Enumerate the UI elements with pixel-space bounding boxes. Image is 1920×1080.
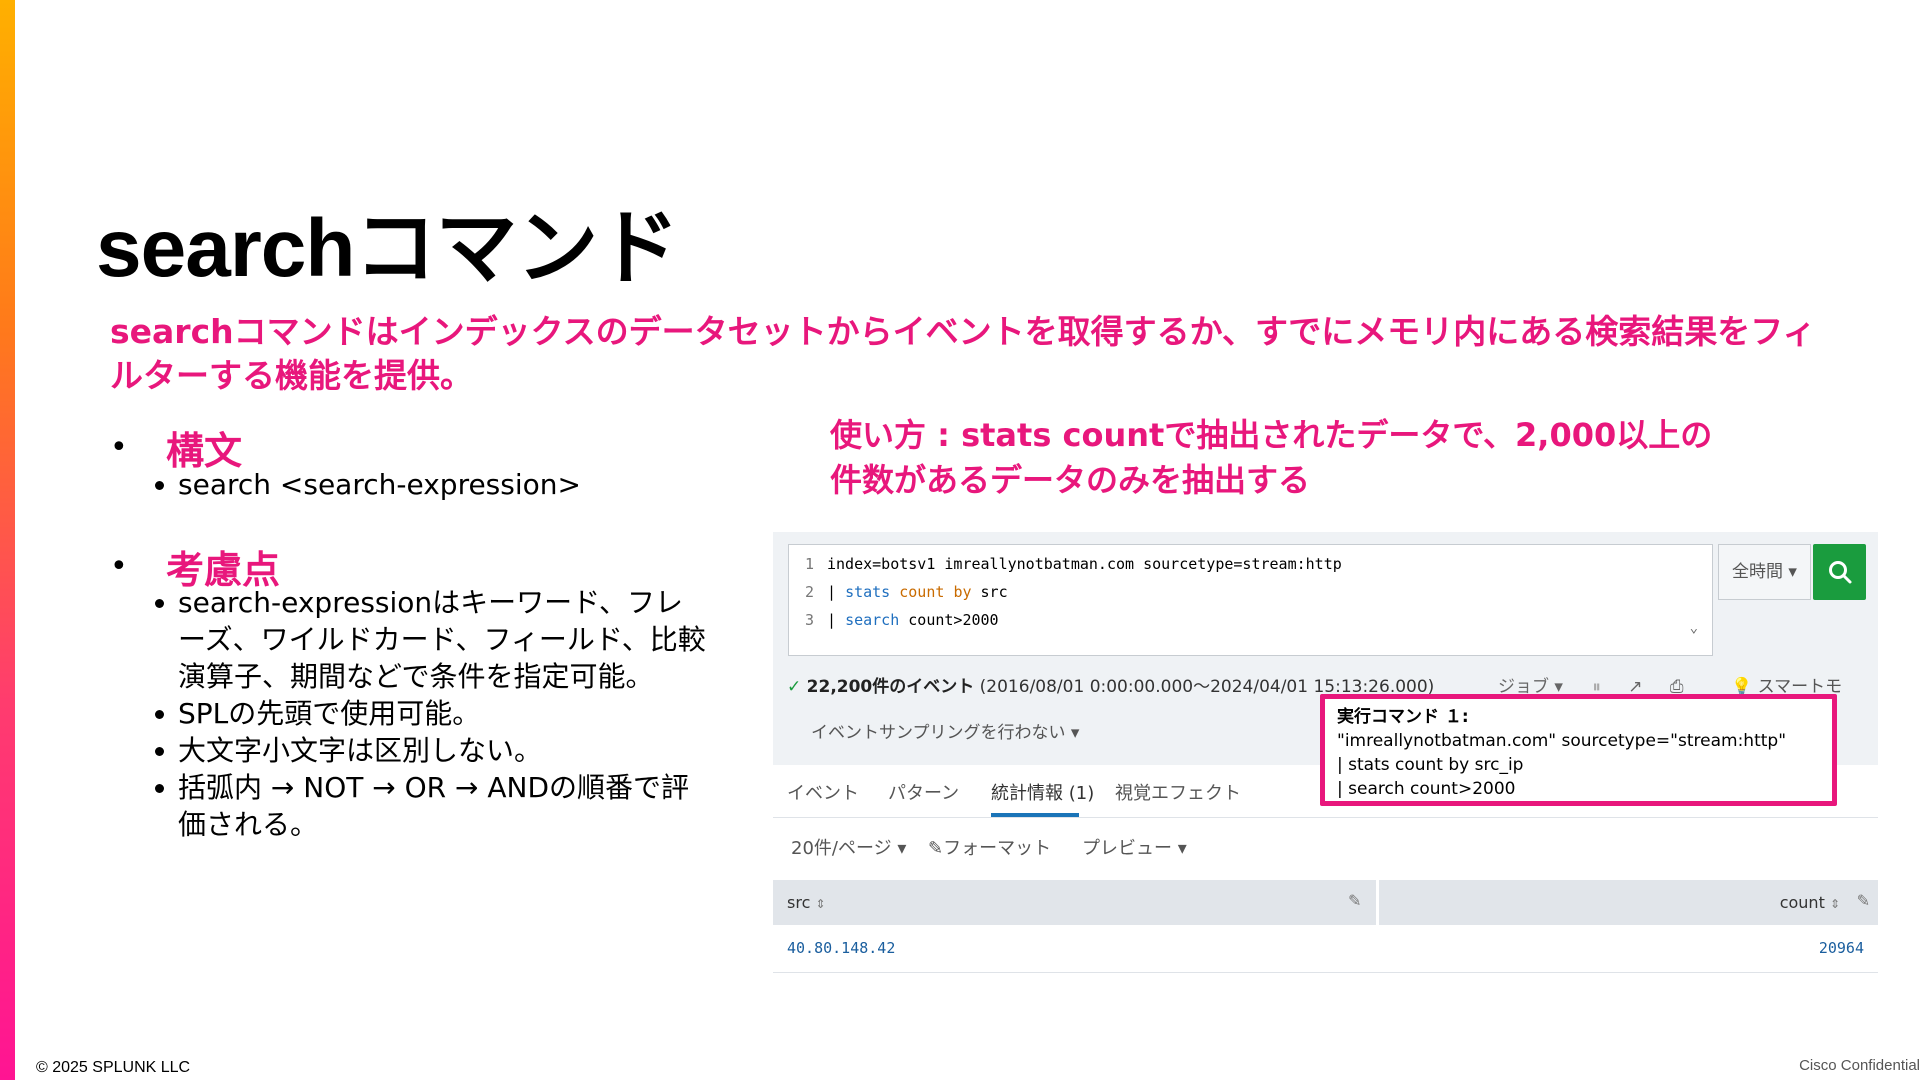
- usage-line: 使い方 : stats countで抽出されたデータで、2,000以上の: [830, 416, 1713, 454]
- code-token: search: [845, 611, 900, 629]
- list-item: 大文字小文字は区別しない。: [150, 732, 710, 769]
- callout-line: | stats count by src_ip: [1337, 755, 1524, 775]
- code-line[interactable]: 3 | search count>2000: [789, 607, 999, 633]
- search-editor[interactable]: 1 index=botsv1 imreallynotbatman.com sour…: [788, 544, 1713, 656]
- command-callout: 実行コマンド １: "imreallynotbatman.com" source…: [1320, 694, 1837, 806]
- cell-count[interactable]: 20964: [1819, 939, 1864, 957]
- callout-title: 実行コマンド １:: [1337, 707, 1469, 727]
- active-tab-indicator: [991, 813, 1079, 817]
- column-header-count[interactable]: count ⇕: [1780, 893, 1840, 912]
- sampling-dropdown[interactable]: イベントサンプリングを行わない ▾: [811, 718, 1079, 743]
- accent-bar: [0, 0, 15, 1080]
- code-token: src: [971, 583, 1008, 601]
- list-item: SPLの先頭で使用可能。: [150, 695, 710, 732]
- event-count: 22,200件のイベント: [806, 677, 975, 697]
- tab-events[interactable]: イベント: [787, 779, 859, 805]
- line-number: 3: [804, 611, 814, 629]
- code-token: count>2000: [899, 611, 999, 629]
- slide-title: searchコマンド: [96, 203, 679, 294]
- confidential-label: Cisco Confidential: [1799, 1057, 1920, 1074]
- code-token: stats: [845, 583, 891, 601]
- per-page-dropdown[interactable]: 20件/ページ ▾: [791, 834, 906, 860]
- search-button[interactable]: [1813, 544, 1866, 600]
- pencil-icon[interactable]: ✎: [1348, 891, 1361, 910]
- table-row: 40.80.148.42 20964: [773, 925, 1878, 973]
- list-item: 括弧内 → NOT → OR → ANDの順番で評価される。: [150, 769, 710, 843]
- chevron-down-icon[interactable]: ⌄: [1690, 620, 1698, 636]
- bullet-icon: •: [110, 549, 128, 584]
- column-divider: [1376, 880, 1379, 925]
- callout-line: "imreallynotbatman.com" sourcetype="stre…: [1337, 731, 1787, 751]
- code-token: count: [899, 583, 945, 601]
- sort-icon[interactable]: ⇕: [815, 897, 825, 911]
- code-token: by: [953, 583, 972, 601]
- code-token: |: [827, 583, 846, 601]
- sort-icon[interactable]: ⇕: [1830, 897, 1840, 911]
- notes-list: search-expressionはキーワード、フレーズ、ワイルドカード、フィー…: [150, 584, 710, 843]
- list-item: search-expressionはキーワード、フレーズ、ワイルドカード、フィー…: [150, 584, 710, 695]
- table-header: src ⇕ ✎ count ⇕ ✎: [773, 880, 1878, 925]
- callout-line: | search count>2000: [1337, 779, 1516, 799]
- copyright: © 2025 SPLUNK LLC: [36, 1059, 191, 1076]
- preview-dropdown[interactable]: プレビュー ▾: [1082, 834, 1187, 860]
- line-number: 2: [804, 583, 814, 601]
- syntax-list: search <search-expression>: [150, 466, 710, 503]
- format-button[interactable]: ✎フォーマット: [928, 834, 1051, 860]
- bullet-icon: •: [110, 430, 128, 465]
- cell-src[interactable]: 40.80.148.42: [787, 939, 895, 957]
- pencil-icon[interactable]: ✎: [1857, 891, 1870, 910]
- check-icon: ✓: [787, 677, 802, 697]
- line-number: 1: [804, 555, 814, 573]
- usage-line: 件数があるデータのみを抽出する: [830, 461, 1311, 499]
- pencil-icon: ✎: [928, 838, 944, 859]
- intro-text: searchコマンドはインデックスのデータセットからイベントを取得するか、すでに…: [110, 312, 1816, 395]
- column-header-src[interactable]: src ⇕: [787, 893, 826, 912]
- code-line[interactable]: 1 index=botsv1 imreallynotbatman.com sour…: [789, 551, 1342, 577]
- usage-text: 使い方 : stats countで抽出されたデータで、2,000以上の 件数が…: [830, 413, 1712, 503]
- code-token: index=botsv1 imreallynotbatman.com sourc…: [827, 555, 1342, 573]
- format-label: フォーマット: [943, 838, 1052, 859]
- tab-patterns[interactable]: パターン: [888, 779, 959, 805]
- tab-statistics[interactable]: 統計情報 (1): [991, 779, 1094, 805]
- code-token: |: [827, 611, 846, 629]
- search-icon: [1829, 561, 1852, 584]
- tab-visualization[interactable]: 視覚エフェクト: [1115, 779, 1241, 805]
- list-item: search <search-expression>: [150, 466, 710, 503]
- time-picker-button[interactable]: 全時間 ▾: [1718, 544, 1811, 600]
- code-line[interactable]: 2 | stats count by src: [789, 579, 1008, 605]
